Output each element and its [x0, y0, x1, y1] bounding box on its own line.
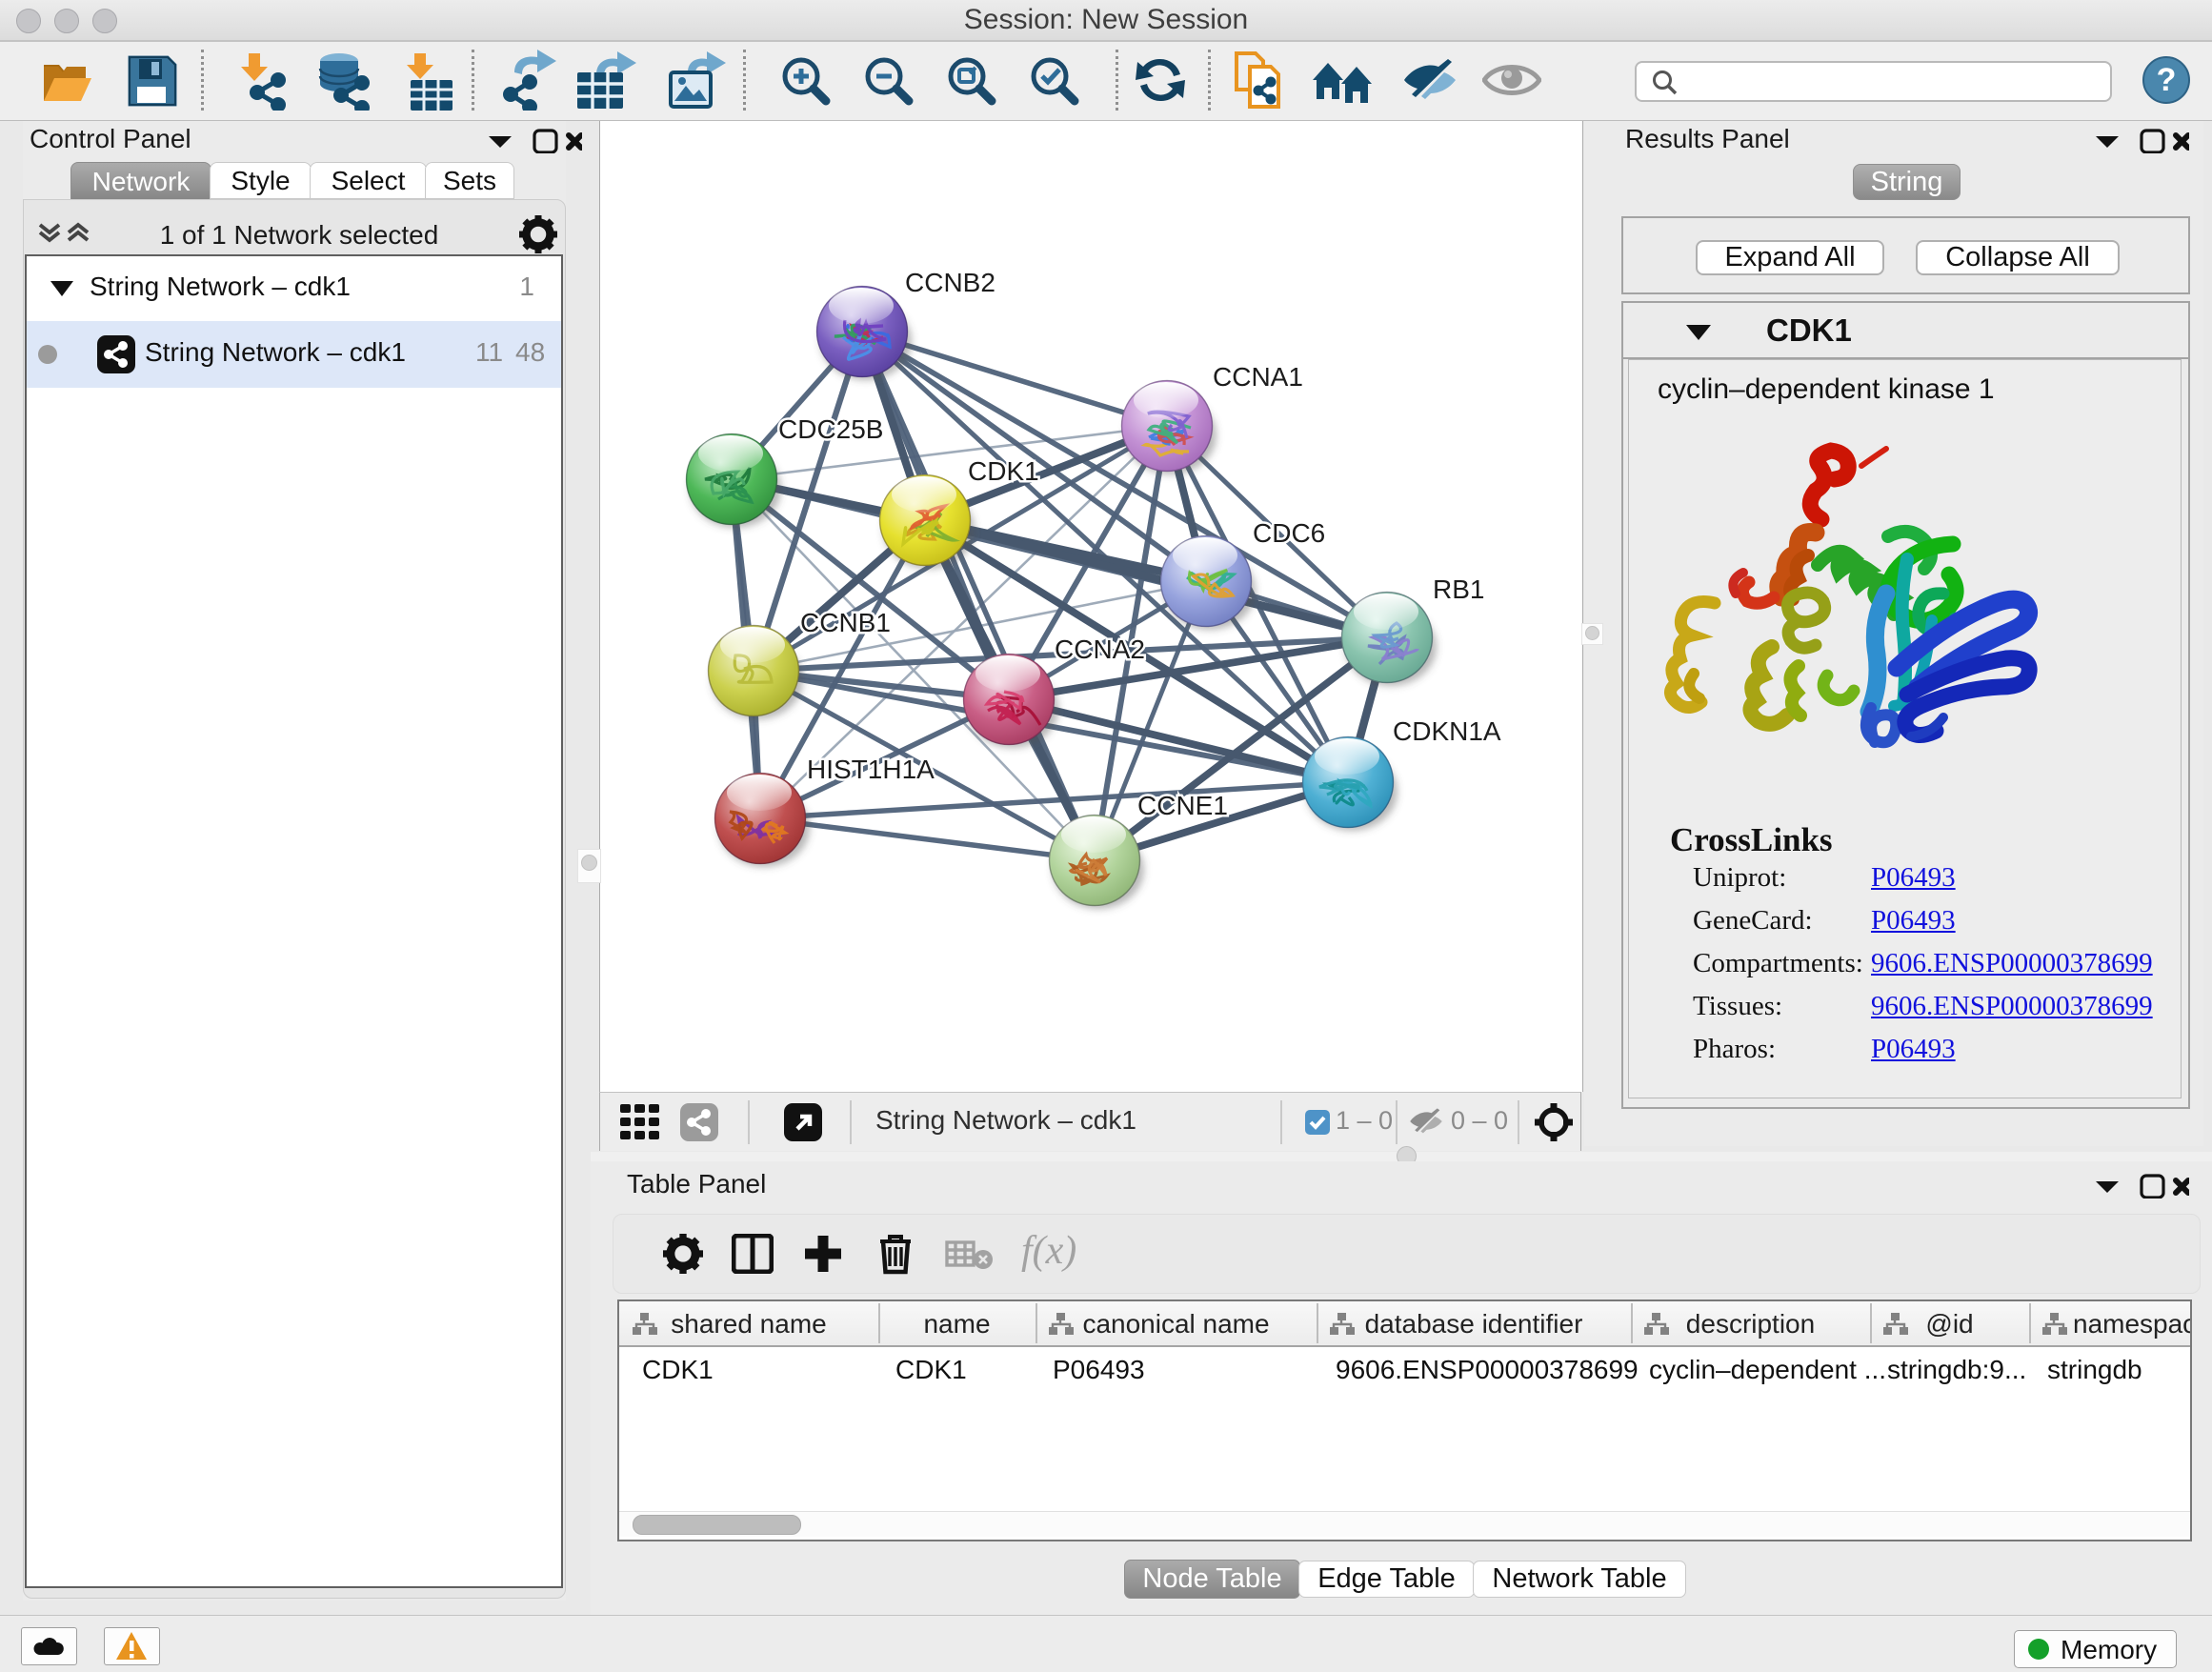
- svg-text:HIST1H1A: HIST1H1A: [807, 755, 935, 784]
- svg-text:CDC6: CDC6: [1253, 518, 1325, 548]
- svg-text:CDC25B: CDC25B: [778, 414, 883, 444]
- svg-text:RB1: RB1: [1433, 574, 1484, 604]
- svg-text:CCNB1: CCNB1: [800, 608, 891, 637]
- svg-text:CCNA1: CCNA1: [1213, 362, 1303, 392]
- svg-text:CDKN1A: CDKN1A: [1393, 716, 1501, 746]
- svg-text:CCNE1: CCNE1: [1137, 791, 1228, 820]
- svg-text:CDK1: CDK1: [968, 456, 1039, 486]
- svg-text:?: ?: [2157, 62, 2177, 98]
- svg-text:CCNA2: CCNA2: [1055, 635, 1145, 664]
- svg-text:CCNB2: CCNB2: [905, 268, 995, 297]
